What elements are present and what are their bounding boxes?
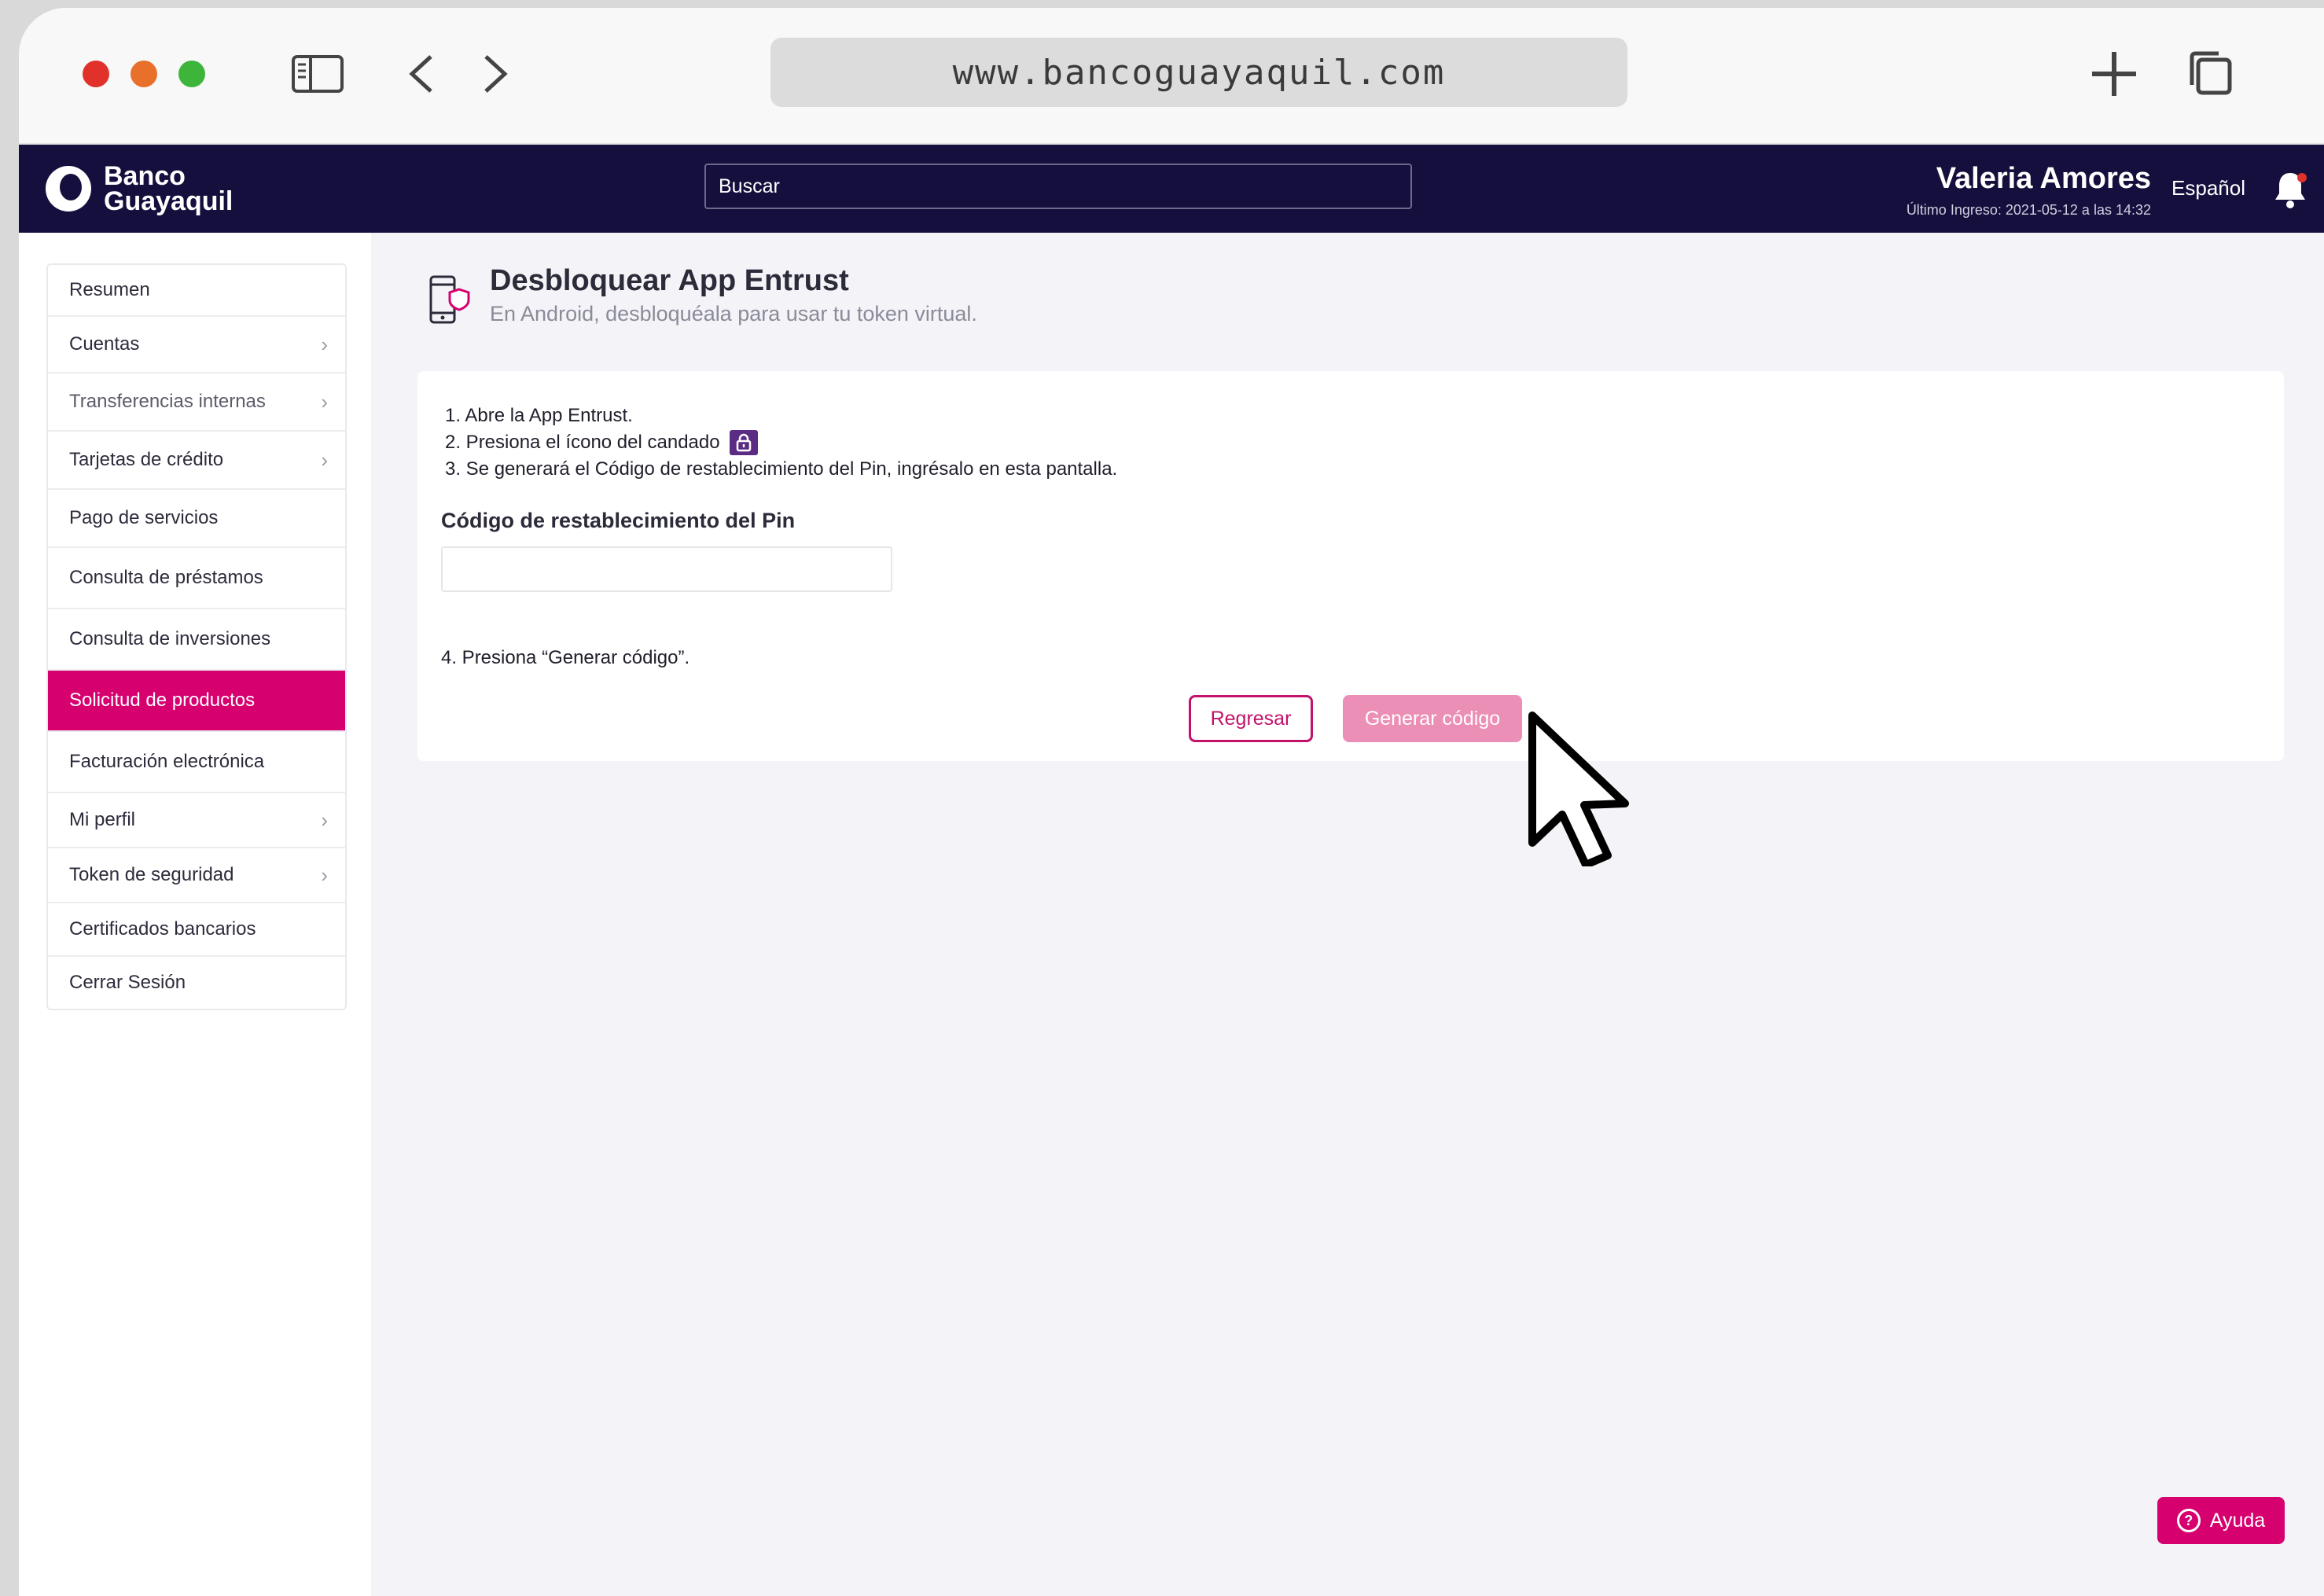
close-window-button[interactable]: [83, 61, 109, 87]
bank-logo[interactable]: Banco Guayaquil: [42, 160, 233, 217]
pin-reset-code-input[interactable]: [441, 546, 892, 592]
sidebar-item-label: Cerrar Sesión: [69, 972, 186, 993]
help-icon: ?: [2176, 1509, 2201, 1532]
step-4: 4. Presiona “Generar código”.: [441, 647, 690, 668]
sidebar-item-prestamos[interactable]: Consulta de préstamos: [48, 548, 345, 609]
step-1: 1. Abre la App Entrust.: [445, 405, 633, 426]
app-header: Banco Guayaquil Valeria Amores Último In…: [19, 145, 2324, 233]
forward-arrow-icon[interactable]: [467, 50, 522, 97]
new-tab-icon[interactable]: [2087, 50, 2142, 97]
instruction-steps: 1. Abre la App Entrust. 2. Presiona el í…: [445, 403, 1117, 483]
tabs-icon[interactable]: [2182, 50, 2238, 97]
sidebar-item-label: Consulta de préstamos: [69, 567, 263, 588]
sidebar-item-certificados[interactable]: Certificados bancarios: [48, 903, 345, 957]
step-2: 2. Presiona el ícono del candado: [445, 432, 720, 453]
help-button[interactable]: ? Ayuda: [2157, 1497, 2285, 1544]
sidebar-item-inversiones[interactable]: Consulta de inversiones: [48, 609, 345, 671]
sidebar-item-label: Solicitud de productos: [69, 690, 256, 711]
minimize-window-button[interactable]: [131, 61, 157, 87]
help-label: Ayuda: [2209, 1509, 2266, 1532]
unlock-card: 1. Abre la App Entrust. 2. Presiona el í…: [417, 371, 2284, 761]
sidebar-item-label: Mi perfil: [69, 809, 136, 830]
sidebar-item-transferencias[interactable]: Transferencias internas ›: [48, 373, 345, 432]
sidebar-item-label: Consulta de inversiones: [69, 628, 271, 649]
sidebar-item-pago-servicios[interactable]: Pago de servicios: [48, 490, 345, 548]
user-info[interactable]: Valeria Amores Último Ingreso: 2021-05-1…: [1907, 162, 2151, 219]
bell-icon[interactable]: [2272, 170, 2308, 209]
sidebar-item-label: Certificados bancarios: [69, 918, 256, 940]
lock-icon: [729, 430, 758, 455]
sidebar-item-token[interactable]: Token de seguridad ›: [48, 848, 345, 903]
pin-reset-code-label: Código de restablecimiento del Pin: [441, 509, 796, 532]
sidebar-item-resumen[interactable]: Resumen: [48, 265, 345, 317]
chevron-right-icon: ›: [321, 862, 328, 887]
sidebar-item-label: Tarjetas de crédito: [69, 449, 224, 470]
sidebar-item-mi-perfil[interactable]: Mi perfil ›: [48, 793, 345, 848]
step-3: 3. Se generará el Código de restablecimi…: [445, 458, 1118, 480]
sidebar-item-tarjetas[interactable]: Tarjetas de crédito ›: [48, 432, 345, 490]
generate-code-button[interactable]: Generar código: [1343, 695, 1522, 742]
address-bar[interactable]: www.bancoguayaquil.com: [770, 38, 1627, 107]
maximize-window-button[interactable]: [178, 61, 205, 87]
back-arrow-icon[interactable]: [395, 50, 450, 97]
chevron-right-icon: ›: [321, 447, 328, 472]
logo-line-2: Guayaquil: [104, 186, 234, 216]
chevron-right-icon: ›: [321, 332, 328, 356]
language-selector[interactable]: Español: [2171, 176, 2245, 200]
last-login: Último Ingreso: 2021-05-12 a las 14:32: [1906, 202, 2151, 218]
chevron-right-icon: ›: [321, 389, 328, 414]
mouse-cursor-icon: [1528, 712, 1629, 866]
phone-shield-icon: [429, 275, 470, 324]
browser-toolbar: www.bancoguayaquil.com: [19, 8, 2324, 148]
sidebar-item-label: Facturación electrónica: [69, 751, 265, 772]
sidebar-item-label: Resumen: [69, 279, 150, 300]
page-title: Desbloquear App Entrust: [490, 264, 849, 297]
search-input[interactable]: [704, 164, 1412, 209]
sidebar-item-facturacion[interactable]: Facturación electrónica: [48, 732, 345, 793]
logo-line-1: Banco: [104, 161, 186, 191]
step-2-row: 2. Presiona el ícono del candado: [445, 429, 1117, 456]
sidebar-menu: Resumen Cuentas › Transferencias interna…: [46, 263, 347, 1010]
sidebar-item-cuentas[interactable]: Cuentas ›: [48, 317, 345, 373]
sidebar-toggle-icon[interactable]: [290, 50, 345, 97]
browser-window: www.bancoguayaquil.com Banco Guayaquil V…: [19, 8, 2324, 1596]
sidebar-item-label: Transferencias internas: [69, 391, 266, 412]
sidebar-item-cerrar-sesion[interactable]: Cerrar Sesión: [48, 957, 345, 1009]
sidebar-item-solicitud-productos[interactable]: Solicitud de productos: [48, 671, 345, 732]
page-subtitle: En Android, desbloquéala para usar tu to…: [490, 302, 977, 325]
sidebar-item-label: Token de seguridad: [69, 864, 234, 885]
sidebar-item-label: Cuentas: [69, 333, 140, 355]
back-button[interactable]: Regresar: [1189, 695, 1313, 742]
chevron-right-icon: ›: [321, 807, 328, 832]
sidebar-item-label: Pago de servicios: [69, 507, 219, 528]
user-name: Valeria Amores: [1936, 162, 2151, 195]
bank-logo-mark-icon: [46, 166, 91, 211]
